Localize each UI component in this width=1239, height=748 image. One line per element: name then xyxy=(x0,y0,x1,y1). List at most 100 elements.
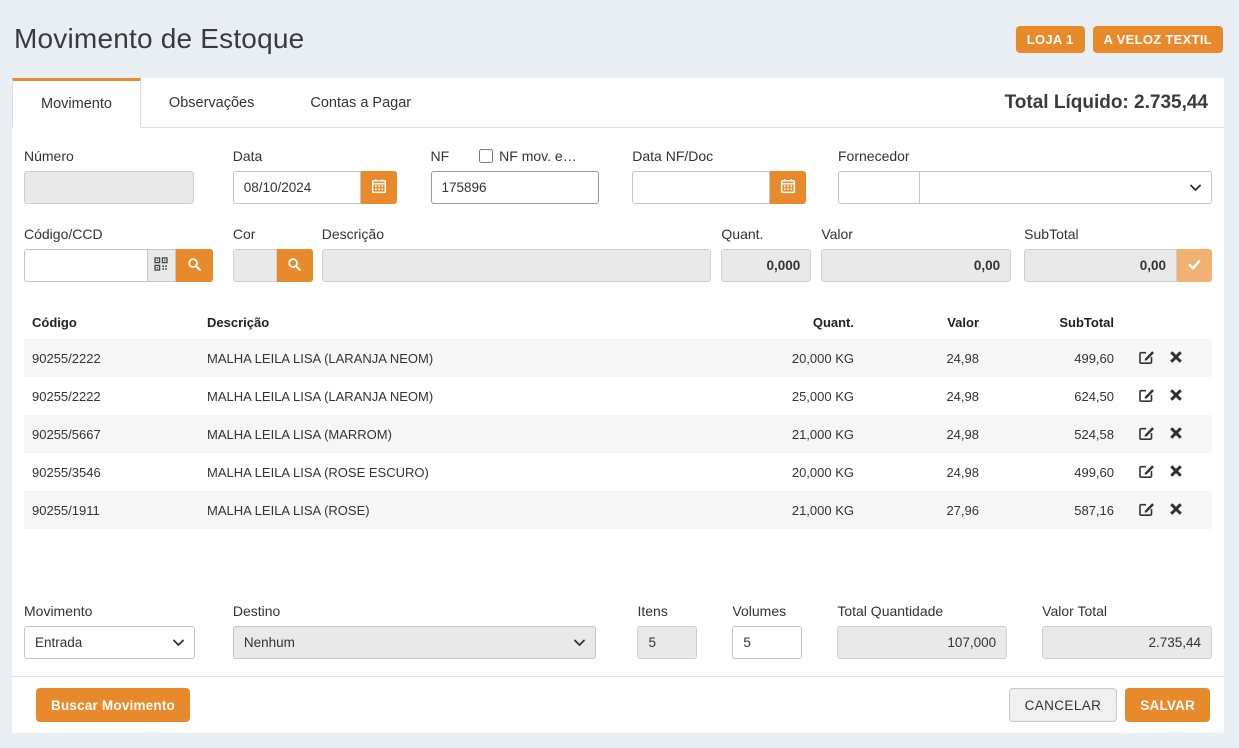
destino-select-value: Nenhum xyxy=(244,635,295,650)
cell-codigo: 90255/5667 xyxy=(24,415,199,453)
descricao-label: Descrição xyxy=(322,226,712,242)
data-input[interactable] xyxy=(233,171,361,204)
cell-descricao: MALHA LEILA LISA (LARANJA NEOM) xyxy=(199,377,697,415)
cell-codigo: 90255/2222 xyxy=(24,339,199,377)
codigo-search-button[interactable] xyxy=(176,249,213,282)
delete-row-button[interactable] xyxy=(1164,502,1188,519)
cell-quant: 21,000 KG xyxy=(697,415,862,453)
col-actions xyxy=(1122,306,1212,339)
volumes-input[interactable] xyxy=(732,626,802,659)
total-liquido: Total Líquido: 2.735,44 xyxy=(1005,78,1208,127)
tab-contas-a-pagar[interactable]: Contas a Pagar xyxy=(282,78,439,128)
col-valor: Valor xyxy=(862,306,987,339)
chevron-down-icon xyxy=(574,635,585,650)
itens-label: Itens xyxy=(637,603,697,619)
tabstrip: Movimento Observações Contas a Pagar Tot… xyxy=(12,78,1224,128)
valor-label: Valor xyxy=(821,226,1011,242)
fornecedor-select[interactable] xyxy=(920,171,1212,204)
cell-valor: 24,98 xyxy=(862,453,987,491)
delete-row-button[interactable] xyxy=(1164,464,1188,481)
table-row: 90255/2222 MALHA LEILA LISA (LARANJA NEO… xyxy=(24,339,1212,377)
col-codigo: Código xyxy=(24,306,199,339)
data-nf-doc-label: Data NF/Doc xyxy=(632,148,806,164)
nf-input[interactable] xyxy=(431,171,600,204)
confirm-item-button[interactable] xyxy=(1177,249,1212,282)
nf-label: NF xyxy=(431,148,450,164)
movimento-label: Movimento xyxy=(24,603,195,619)
codigo-ccd-input[interactable] xyxy=(24,249,148,282)
data-label: Data xyxy=(233,148,397,164)
nf-mov-checkbox-label: NF mov. e… xyxy=(499,148,577,164)
itens-input xyxy=(637,626,697,659)
table-row: 90255/2222 MALHA LEILA LISA (LARANJA NEO… xyxy=(24,377,1212,415)
cell-valor: 24,98 xyxy=(862,339,987,377)
chevron-down-icon xyxy=(173,635,184,650)
edit-icon xyxy=(1138,391,1155,406)
cell-valor: 27,96 xyxy=(862,491,987,529)
data-nf-doc-input[interactable] xyxy=(632,171,770,204)
valor-total-input xyxy=(1042,626,1212,659)
check-icon xyxy=(1187,257,1202,275)
search-icon xyxy=(287,257,302,275)
page-title: Movimento de Estoque xyxy=(14,23,304,55)
col-descricao: Descrição xyxy=(199,306,697,339)
edit-icon xyxy=(1138,429,1155,444)
total-quantidade-label: Total Quantidade xyxy=(837,603,1007,619)
cor-search-button[interactable] xyxy=(277,249,313,282)
search-icon xyxy=(187,257,202,275)
summary-row: Movimento Entrada Destino Nenhum xyxy=(24,603,1212,659)
edit-row-button[interactable] xyxy=(1133,348,1160,368)
tab-movimento[interactable]: Movimento xyxy=(12,78,141,128)
calendar-icon xyxy=(780,178,796,197)
delete-row-button[interactable] xyxy=(1164,350,1188,367)
cell-codigo: 90255/2222 xyxy=(24,377,199,415)
delete-x-icon xyxy=(1169,466,1183,481)
store-badge-loja[interactable]: LOJA 1 xyxy=(1016,26,1085,53)
delete-x-icon xyxy=(1169,428,1183,443)
edit-row-button[interactable] xyxy=(1133,386,1160,406)
edit-row-button[interactable] xyxy=(1133,424,1160,444)
valor-input xyxy=(821,249,1011,282)
store-badges: LOJA 1 A VELOZ TEXTIL xyxy=(1016,26,1223,53)
fornecedor-code-input[interactable] xyxy=(838,171,920,204)
cell-codigo: 90255/1911 xyxy=(24,491,199,529)
cor-label: Cor xyxy=(233,226,313,242)
cell-subtotal: 524,58 xyxy=(987,415,1122,453)
form-row-1: Número Data NF xyxy=(24,148,1212,204)
items-table-header-row: Código Descrição Quant. Valor SubTotal xyxy=(24,306,1212,339)
items-table: Código Descrição Quant. Valor SubTotal 9… xyxy=(24,306,1212,529)
delete-row-button[interactable] xyxy=(1164,388,1188,405)
data-calendar-button[interactable] xyxy=(361,171,397,204)
table-row: 90255/5667 MALHA LEILA LISA (MARROM) 21,… xyxy=(24,415,1212,453)
edit-row-button[interactable] xyxy=(1133,462,1160,482)
table-row: 90255/3546 MALHA LEILA LISA (ROSE ESCURO… xyxy=(24,453,1212,491)
delete-x-icon xyxy=(1169,504,1183,519)
nf-mov-checkbox[interactable] xyxy=(479,149,493,163)
edit-row-button[interactable] xyxy=(1133,500,1160,520)
cell-quant: 21,000 KG xyxy=(697,491,862,529)
data-nf-calendar-button[interactable] xyxy=(770,171,806,204)
movimento-select[interactable]: Entrada xyxy=(24,626,195,659)
col-subtotal: SubTotal xyxy=(987,306,1122,339)
salvar-button[interactable]: SALVAR xyxy=(1125,688,1210,722)
barcode-button[interactable] xyxy=(148,249,176,282)
form-row-2: Código/CCD Cor xyxy=(24,226,1212,282)
cell-valor: 24,98 xyxy=(862,377,987,415)
subtotal-input xyxy=(1024,249,1177,282)
cancelar-button[interactable]: CANCELAR xyxy=(1009,688,1118,722)
calendar-icon xyxy=(371,178,387,197)
cell-subtotal: 624,50 xyxy=(987,377,1122,415)
tab-observacoes[interactable]: Observações xyxy=(141,78,282,128)
edit-icon xyxy=(1138,467,1155,482)
movimento-select-value: Entrada xyxy=(35,635,82,650)
cell-descricao: MALHA LEILA LISA (MARROM) xyxy=(199,415,697,453)
col-quant: Quant. xyxy=(697,306,862,339)
delete-row-button[interactable] xyxy=(1164,426,1188,443)
destino-select[interactable]: Nenhum xyxy=(233,626,597,659)
cell-subtotal: 499,60 xyxy=(987,339,1122,377)
buscar-movimento-button[interactable]: Buscar Movimento xyxy=(36,688,190,722)
cell-codigo: 90255/3546 xyxy=(24,453,199,491)
store-badge-company[interactable]: A VELOZ TEXTIL xyxy=(1093,26,1223,53)
quant-label: Quant. xyxy=(721,226,811,242)
cell-quant: 20,000 KG xyxy=(697,339,862,377)
